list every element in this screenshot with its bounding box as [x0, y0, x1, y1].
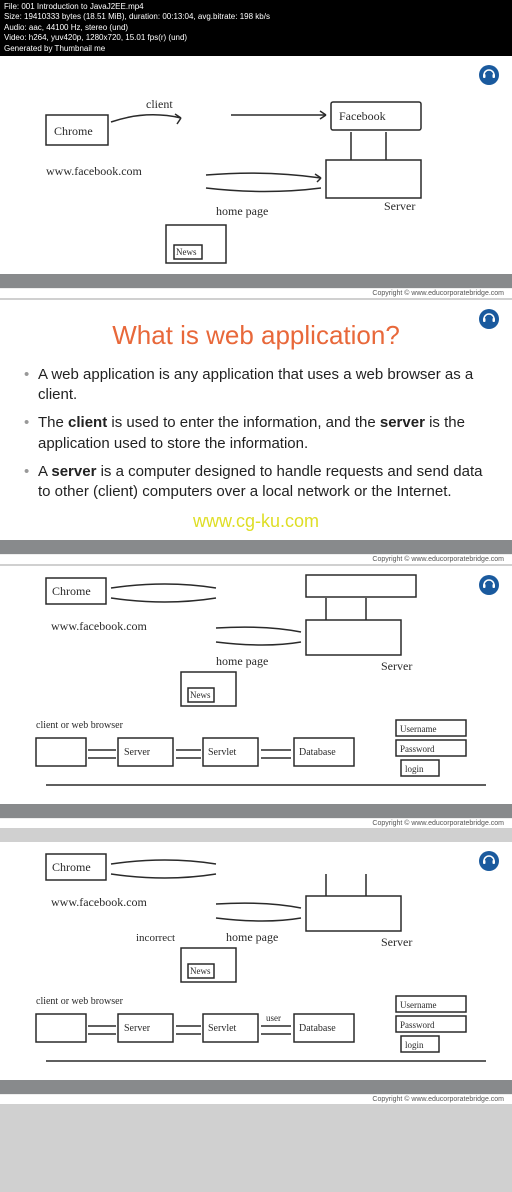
label-database: Database — [299, 747, 336, 758]
label-homepage: home page — [216, 654, 268, 668]
label-incorrect: incorrect — [136, 932, 175, 944]
label-url: www.facebook.com — [51, 895, 148, 909]
watermark-text: www.cg-ku.com — [193, 511, 319, 532]
label-password: Password — [400, 1020, 435, 1030]
label-servlet: Servlet — [208, 1023, 237, 1034]
copyright-bar-3: Copyright © www.educorporatebridge.com — [0, 818, 512, 828]
label-server: Server — [381, 935, 412, 949]
copyright-bar-2: Copyright © www.educorporatebridge.com — [0, 554, 512, 564]
label-login: login — [405, 764, 424, 774]
copyright-bar-4: Copyright © www.educorporatebridge.com — [0, 1094, 512, 1104]
thumbnail-frame-3: Chrome Server www.facebook.com home page… — [0, 566, 512, 818]
label-chrome: Chrome — [52, 584, 91, 598]
label-clientbrowser: client or web browser — [36, 720, 124, 731]
label-server3: Server — [124, 1023, 151, 1034]
headset-icon — [478, 308, 500, 335]
meta-file: File: 001 Introduction to JavaJ2EE.mp4 — [4, 2, 508, 12]
label-username: Username — [400, 724, 436, 734]
bullet-3: A server is a computer designed to handl… — [24, 462, 488, 503]
thumbnail-frame-4: Chrome Server www.facebook.com incorrect… — [0, 842, 512, 1094]
label-news: News — [190, 690, 211, 700]
label-password: Password — [400, 744, 435, 754]
label-client: client — [146, 97, 173, 111]
label-database: Database — [299, 1023, 336, 1034]
label-homepage: home page — [216, 204, 268, 218]
label-news: News — [176, 247, 197, 257]
copyright-bar-1: Copyright © www.educorporatebridge.com — [0, 288, 512, 298]
label-chrome: Chrome — [52, 860, 91, 874]
whiteboard-diagram-1: Chrome client Facebook Server www.facebo… — [4, 60, 508, 270]
label-news: News — [190, 966, 211, 976]
label-clientbrowser: client or web browser — [36, 996, 124, 1007]
meta-audio: Audio: aac, 44100 Hz, stereo (und) — [4, 23, 508, 33]
whiteboard-diagram-3: Chrome Server www.facebook.com home page… — [4, 570, 508, 800]
meta-video: Video: h264, yuv420p, 1280x720, 15.01 fp… — [4, 33, 508, 43]
whiteboard-diagram-4: Chrome Server www.facebook.com incorrect… — [4, 846, 508, 1076]
label-server2: Server — [124, 747, 151, 758]
bullet-1: A web application is any application tha… — [24, 365, 488, 406]
label-server: Server — [381, 659, 412, 673]
label-homepage: home page — [226, 930, 278, 944]
label-url: www.facebook.com — [46, 164, 143, 178]
meta-size: Size: 19410333 bytes (18.51 MiB), durati… — [4, 12, 508, 22]
label-user: user — [266, 1013, 281, 1023]
label-server: Server — [384, 199, 415, 213]
thumbnail-frame-2: What is web application? A web applicati… — [0, 300, 512, 554]
bullet-2: The client is used to enter the informat… — [24, 413, 488, 454]
label-servlet: Servlet — [208, 747, 237, 758]
label-facebook: Facebook — [339, 109, 386, 123]
thumbnail-frame-1: Chrome client Facebook Server www.facebo… — [0, 56, 512, 288]
label-url: www.facebook.com — [51, 619, 148, 633]
label-username: Username — [400, 1000, 436, 1010]
slide-title: What is web application? — [24, 320, 488, 351]
video-metadata-header: File: 001 Introduction to JavaJ2EE.mp4 S… — [0, 0, 512, 56]
meta-gen: Generated by Thumbnail me — [4, 44, 508, 54]
label-login: login — [405, 1040, 424, 1050]
slide-bullet-list: A web application is any application tha… — [24, 365, 488, 503]
label-chrome: Chrome — [54, 124, 93, 138]
